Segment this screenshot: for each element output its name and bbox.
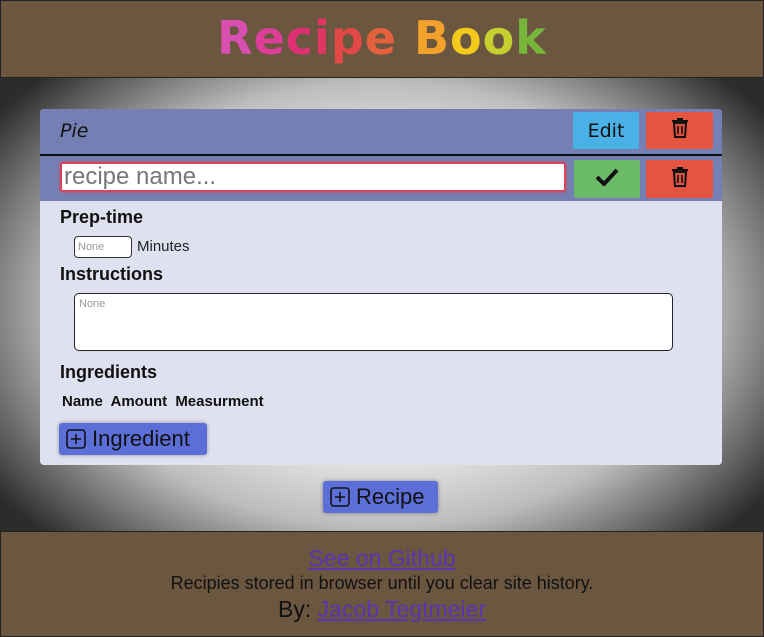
ingredient-columns: Name Amount Measurment — [62, 393, 268, 410]
add-recipe-button[interactable]: Recipe — [323, 481, 438, 513]
delete-recipe-button[interactable] — [646, 112, 713, 149]
prep-time-label: Prep-time — [60, 207, 144, 227]
title-letter: R — [217, 11, 254, 65]
recipe-edit-row — [40, 156, 722, 201]
title-letter: c — [285, 11, 315, 65]
recipe-card: Pie Edit Prep-time Minutes — [40, 109, 722, 465]
author-link[interactable]: Jacob Tegtmeier — [318, 596, 486, 622]
add-ingredient-label: Ingredient — [92, 426, 190, 451]
column-amount: Amount — [110, 393, 168, 410]
title-letter: i — [314, 11, 331, 65]
check-icon — [595, 168, 619, 191]
edit-button[interactable]: Edit — [573, 112, 639, 149]
add-recipe-label: Recipe — [356, 484, 425, 509]
instructions-label: Instructions — [60, 264, 164, 284]
confirm-button[interactable] — [574, 160, 640, 198]
column-name: Name — [62, 393, 103, 410]
minutes-label: Minutes — [137, 238, 190, 255]
column-measurement: Measurment — [175, 393, 264, 410]
trash-icon — [670, 117, 690, 144]
ingredients-label: Ingredients — [60, 362, 158, 382]
title-letter: e — [364, 11, 397, 65]
title-letter: o — [450, 11, 483, 65]
recipe-name-input[interactable] — [60, 162, 566, 192]
plus-square-icon — [330, 487, 350, 507]
plus-square-icon — [66, 429, 86, 449]
delete-edit-button[interactable] — [646, 160, 713, 198]
title-letter: p — [330, 11, 365, 65]
recipe-name: Pie — [60, 120, 89, 142]
title-letter: e — [253, 11, 286, 65]
main-area: Pie Edit Prep-time Minutes — [0, 78, 764, 531]
by-prefix: By: — [278, 596, 312, 622]
title-letter — [397, 11, 414, 65]
prep-time-input[interactable] — [74, 236, 132, 258]
github-link[interactable]: See on Github — [1, 545, 763, 572]
title-letter: k — [515, 11, 547, 65]
storage-note: Recipies stored in browser until you cle… — [170, 573, 594, 593]
trash-icon — [670, 166, 690, 193]
title-letter: o — [482, 11, 516, 65]
app-title: Recipe Book — [217, 11, 547, 65]
author-line: By: Jacob Tegtmeier — [1, 596, 763, 623]
footer: See on Github Recipies stored in browser… — [0, 531, 764, 637]
instructions-textarea[interactable] — [74, 293, 673, 351]
title-letter: B — [413, 11, 451, 65]
add-ingredient-button[interactable]: Ingredient — [59, 423, 207, 455]
recipe-card-header: Pie Edit — [40, 109, 722, 156]
app-header: Recipe Book — [0, 0, 764, 78]
